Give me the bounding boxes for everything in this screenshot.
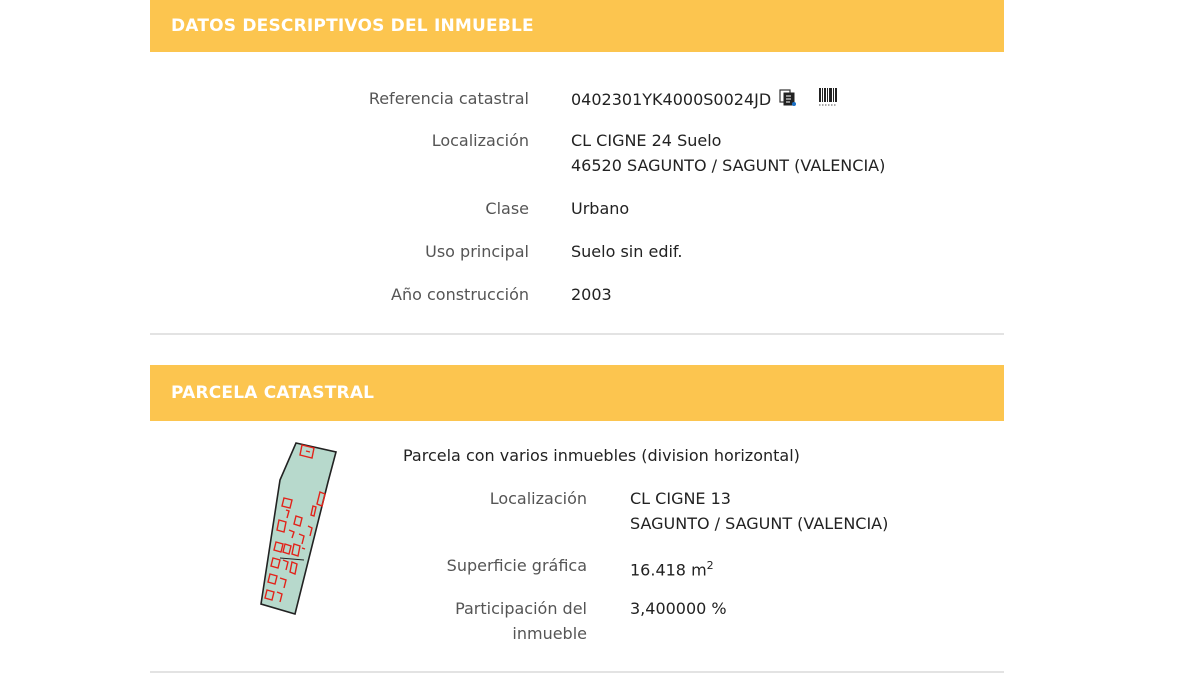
section-header-parcela: PARCELA CATASTRAL — [150, 365, 1004, 421]
uso-label: Uso principal — [425, 242, 529, 261]
parcel-description: Parcela con varios inmuebles (division h… — [403, 446, 800, 465]
anio-label: Año construcción — [391, 285, 529, 304]
localizacion-label: Localización — [431, 131, 529, 150]
parcela-localizacion-line2: SAGUNTO / SAGUNT (VALENCIA) — [630, 514, 889, 533]
superficie-label: Superficie gráfica — [446, 556, 587, 575]
uso-value: Suelo sin edif. — [571, 242, 683, 261]
superficie-unit-exponent: 2 — [706, 559, 714, 572]
section-title: PARCELA CATASTRAL — [171, 383, 375, 403]
page: DATOS DESCRIPTIVOS DEL INMUEBLE Referenc… — [0, 0, 1200, 675]
clase-value: Urbano — [571, 199, 630, 218]
barcode-icon[interactable] — [817, 86, 839, 115]
referencia-label: Referencia catastral — [368, 89, 529, 108]
section-divider — [150, 333, 1004, 335]
localizacion-line2: 46520 SAGUNTO / SAGUNT (VALENCIA) — [571, 156, 886, 175]
section-header-datos: DATOS DESCRIPTIVOS DEL INMUEBLE — [150, 0, 1004, 52]
anio-value: 2003 — [571, 285, 612, 304]
referencia-value[interactable]: 0402301YK4000S0024JD — [571, 90, 771, 109]
section-title: DATOS DESCRIPTIVOS DEL INMUEBLE — [171, 16, 534, 36]
copy-icon[interactable] — [778, 87, 798, 114]
section-divider — [150, 671, 1004, 673]
referencia-value-row: 0402301YK4000S0024JD — [571, 86, 839, 115]
participacion-label-line1: Participación del — [455, 599, 587, 618]
parcel-map-image[interactable] — [258, 440, 342, 618]
superficie-value: 16.418 m — [630, 560, 707, 580]
superficie-value-row: 16.418 m2 — [630, 553, 714, 582]
localizacion-line1: CL CIGNE 24 Suelo — [571, 131, 722, 150]
parcela-localizacion-line1: CL CIGNE 13 — [630, 489, 731, 508]
participacion-label-line2: inmueble — [512, 624, 587, 643]
participacion-value: 3,400000 % — [630, 599, 727, 618]
parcela-localizacion-label: Localización — [489, 489, 587, 508]
clase-label: Clase — [485, 199, 529, 218]
